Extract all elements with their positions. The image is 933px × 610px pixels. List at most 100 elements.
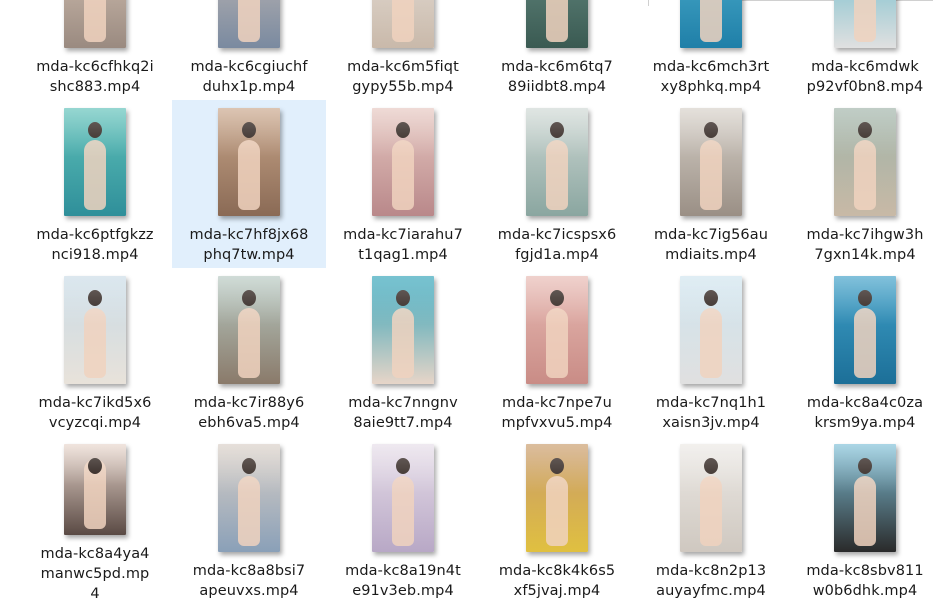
file-item[interactable]: mda-kc6mdwk p92vf0bn8.mp4	[788, 0, 933, 100]
file-name[interactable]: mda-kc7nngnv 8aie9tt7.mp4	[328, 393, 478, 433]
video-thumbnail[interactable]	[680, 444, 742, 552]
file-item[interactable]: mda-kc6cgiuchf duhx1p.mp4	[172, 0, 326, 100]
file-name-line1: mda-kc6mdwk	[811, 59, 919, 75]
file-item[interactable]: mda-kc7nngnv 8aie9tt7.mp4	[326, 268, 480, 436]
file-name-line2: phq7tw.mp4	[203, 247, 295, 263]
video-thumbnail[interactable]	[680, 0, 742, 48]
video-thumbnail[interactable]	[218, 276, 280, 384]
video-thumbnail[interactable]	[834, 108, 896, 216]
file-item[interactable]: mda-kc7ikd5x6 vcyzcqi.mp4	[18, 268, 172, 436]
person-silhouette	[854, 0, 876, 42]
file-item[interactable]: mda-kc8k4k6s5 xf5jvaj.mp4	[480, 436, 634, 604]
file-item[interactable]: mda-kc7icspsx6 fgjd1a.mp4	[480, 100, 634, 268]
file-item[interactable]: mda-kc7iarahu7 t1qag1.mp4	[326, 100, 480, 268]
thumbnail-glare	[218, 108, 280, 157]
file-name-line2: mdiaits.mp4	[665, 247, 757, 263]
thumbnail-glare	[680, 276, 742, 325]
file-grid: mda-kc6cfhkq2i shc883.mp4 mda-kc6cgiuchf du…	[18, 0, 933, 604]
video-thumbnail[interactable]	[680, 108, 742, 216]
file-name[interactable]: mda-kc6mch3rt xy8phkq.mp4	[636, 57, 786, 97]
file-item[interactable]: mda-kc6ptfgkzz nci918.mp4	[18, 100, 172, 268]
file-name-line2: manwc5pd.mp	[40, 566, 150, 582]
file-name-line2: ebh6va5.mp4	[198, 415, 300, 431]
file-name-line2: auyayfmc.mp4	[656, 583, 766, 599]
video-thumbnail[interactable]	[526, 276, 588, 384]
file-item[interactable]: mda-kc8a8bsi7 apeuvxs.mp4	[172, 436, 326, 604]
file-item[interactable]: mda-kc8n2p13 auyayfmc.mp4	[634, 436, 788, 604]
video-thumbnail[interactable]	[372, 276, 434, 384]
video-thumbnail[interactable]	[64, 444, 126, 535]
file-item[interactable]: mda-kc7ir88y6 ebh6va5.mp4	[172, 268, 326, 436]
file-item[interactable]: mda-kc7npe7u mpfvxvu5.mp4	[480, 268, 634, 436]
video-thumbnail[interactable]	[680, 276, 742, 384]
file-name[interactable]: mda-kc8sbv811 w0b6dhk.mp4	[790, 561, 933, 601]
file-name[interactable]: mda-kc7npe7u mpfvxvu5.mp4	[482, 393, 632, 433]
video-thumbnail[interactable]	[526, 0, 588, 48]
file-name-line2: fgjd1a.mp4	[515, 247, 599, 263]
video-thumbnail[interactable]	[218, 108, 280, 216]
file-name-line2: w0b6dhk.mp4	[812, 583, 918, 599]
video-thumbnail[interactable]	[526, 108, 588, 216]
file-name-line2: p92vf0bn8.mp4	[806, 79, 924, 95]
video-thumbnail[interactable]	[834, 444, 896, 552]
thumbnail-glare	[372, 444, 434, 493]
file-item[interactable]: mda-kc7hf8jx68 phq7tw.mp4	[172, 100, 326, 268]
file-item[interactable]: mda-kc6mch3rt xy8phkq.mp4	[634, 0, 788, 100]
file-name-line2: shc883.mp4	[49, 79, 141, 95]
file-name[interactable]: mda-kc6cgiuchf duhx1p.mp4	[174, 57, 324, 97]
video-thumbnail[interactable]	[372, 0, 434, 48]
video-thumbnail[interactable]	[218, 0, 280, 48]
video-thumbnail[interactable]	[64, 108, 126, 216]
file-name[interactable]: mda-kc8a8bsi7 apeuvxs.mp4	[174, 561, 324, 601]
file-name[interactable]: mda-kc6ptfgkzz nci918.mp4	[20, 225, 170, 265]
video-thumbnail[interactable]	[218, 444, 280, 552]
video-thumbnail[interactable]	[64, 276, 126, 384]
file-name[interactable]: mda-kc8a19n4t e91v3eb.mp4	[328, 561, 478, 601]
file-name[interactable]: mda-kc8k4k6s5 xf5jvaj.mp4	[482, 561, 632, 601]
thumbnail-glare	[526, 108, 588, 157]
video-thumbnail[interactable]	[834, 0, 896, 48]
file-name[interactable]: mda-kc7icspsx6 fgjd1a.mp4	[482, 225, 632, 265]
file-name-line1: mda-kc7ir88y6	[193, 395, 305, 411]
file-name[interactable]: mda-kc6m5fiqt gypy55b.mp4	[328, 57, 478, 97]
file-item[interactable]: mda-kc8a4ya4 manwc5pd.mp 4	[18, 436, 172, 604]
video-thumbnail[interactable]	[372, 108, 434, 216]
file-name[interactable]: mda-kc7ir88y6 ebh6va5.mp4	[174, 393, 324, 433]
file-name[interactable]: mda-kc7hf8jx68 phq7tw.mp4	[174, 225, 324, 265]
file-name-line2: nci918.mp4	[51, 247, 139, 263]
file-name[interactable]: mda-kc7ihgw3h 7gxn14k.mp4	[790, 225, 933, 265]
file-item[interactable]: mda-kc7ig56au mdiaits.mp4	[634, 100, 788, 268]
file-name[interactable]: mda-kc7nq1h1 xaisn3jv.mp4	[636, 393, 786, 433]
file-item[interactable]: mda-kc7nq1h1 xaisn3jv.mp4	[634, 268, 788, 436]
video-thumbnail[interactable]	[64, 0, 126, 48]
file-name-line1: mda-kc7ihgw3h	[806, 227, 924, 243]
video-thumbnail[interactable]	[526, 444, 588, 552]
video-thumbnail[interactable]	[834, 276, 896, 384]
file-item[interactable]: mda-kc6m5fiqt gypy55b.mp4	[326, 0, 480, 100]
thumbnail-glare	[526, 444, 588, 493]
file-name[interactable]: mda-kc7iarahu7 t1qag1.mp4	[328, 225, 478, 265]
file-item[interactable]: mda-kc6cfhkq2i shc883.mp4	[18, 0, 172, 100]
thumbnail-glare	[372, 108, 434, 157]
file-name[interactable]: mda-kc7ig56au mdiaits.mp4	[636, 225, 786, 265]
file-name[interactable]: mda-kc8a4c0za krsm9ya.mp4	[790, 393, 933, 433]
file-name[interactable]: mda-kc8a4ya4 manwc5pd.mp 4	[20, 544, 170, 604]
file-item[interactable]: mda-kc8a19n4t e91v3eb.mp4	[326, 436, 480, 604]
file-name[interactable]: mda-kc7ikd5x6 vcyzcqi.mp4	[20, 393, 170, 433]
file-item[interactable]: mda-kc6m6tq7 89iidbt8.mp4	[480, 0, 634, 100]
file-name-line1: mda-kc6cfhkq2i	[36, 59, 154, 75]
file-name-line2: e91v3eb.mp4	[352, 583, 454, 599]
file-item[interactable]: mda-kc8sbv811 w0b6dhk.mp4	[788, 436, 933, 604]
file-item[interactable]: mda-kc7ihgw3h 7gxn14k.mp4	[788, 100, 933, 268]
file-name-line1: mda-kc8n2p13	[655, 563, 767, 579]
file-name[interactable]: mda-kc6m6tq7 89iidbt8.mp4	[482, 57, 632, 97]
video-thumbnail[interactable]	[372, 444, 434, 552]
file-name-line1: mda-kc8a8bsi7	[192, 563, 306, 579]
person-silhouette	[238, 0, 260, 42]
file-name[interactable]: mda-kc8n2p13 auyayfmc.mp4	[636, 561, 786, 601]
file-name[interactable]: mda-kc6cfhkq2i shc883.mp4	[20, 57, 170, 97]
file-name[interactable]: mda-kc6mdwk p92vf0bn8.mp4	[790, 57, 933, 97]
file-name-line2: krsm9ya.mp4	[814, 415, 916, 431]
file-item[interactable]: mda-kc8a4c0za krsm9ya.mp4	[788, 268, 933, 436]
file-name-line1: mda-kc7ikd5x6	[38, 395, 152, 411]
